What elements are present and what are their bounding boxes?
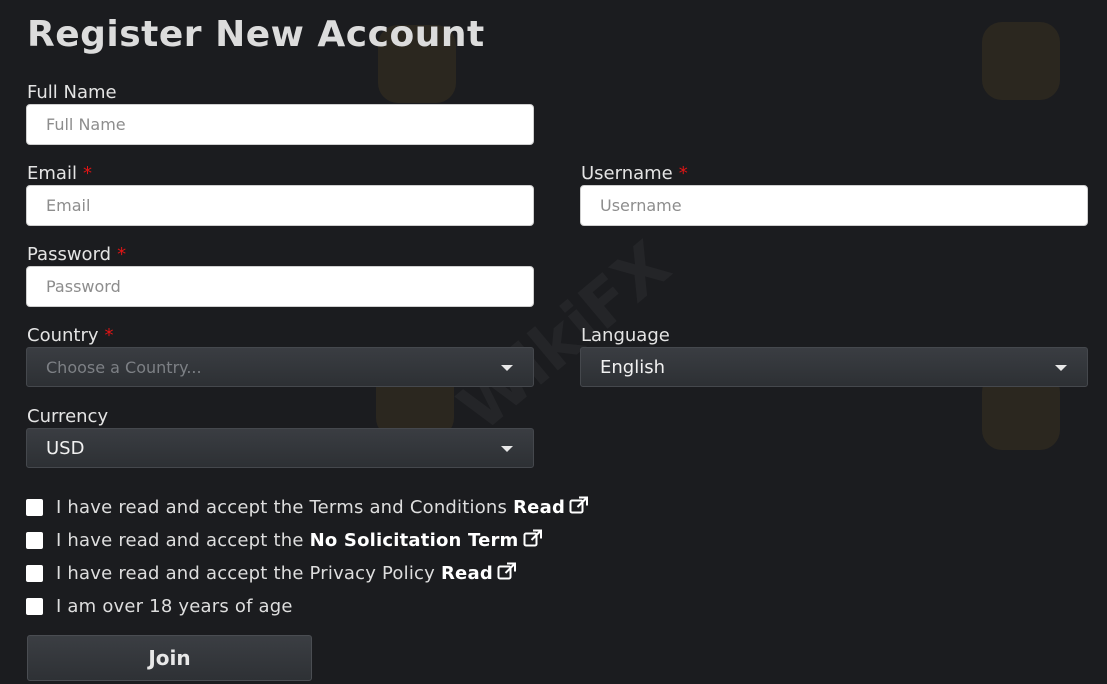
currency-label: Currency bbox=[27, 406, 109, 427]
age-checkbox-row: I am over 18 years of age bbox=[26, 594, 293, 618]
external-link-icon[interactable] bbox=[569, 496, 589, 519]
terms-checkbox-label: I have read and accept the Terms and Con… bbox=[56, 496, 508, 518]
required-marker: * bbox=[82, 163, 92, 184]
age-checkbox[interactable] bbox=[26, 597, 43, 615]
terms-read-link[interactable]: Read bbox=[513, 497, 565, 518]
chevron-down-icon bbox=[501, 365, 513, 371]
privacy-read-link[interactable]: Read bbox=[441, 563, 493, 584]
username-input[interactable] bbox=[580, 185, 1088, 226]
solicitation-checkbox[interactable] bbox=[26, 531, 43, 549]
currency-select-value: USD bbox=[46, 437, 85, 459]
register-page: WikiFX Register New Account Full Name Em… bbox=[0, 0, 1107, 684]
solicitation-checkbox-row: I have read and accept the No Solicitati… bbox=[26, 528, 543, 552]
chevron-down-icon bbox=[1055, 365, 1067, 371]
email-label: Email * bbox=[27, 163, 92, 184]
password-input[interactable] bbox=[26, 266, 534, 307]
language-select[interactable]: English bbox=[580, 347, 1088, 387]
full-name-label: Full Name bbox=[27, 82, 117, 103]
external-link-icon[interactable] bbox=[523, 529, 543, 552]
privacy-checkbox-row: I have read and accept the Privacy Polic… bbox=[26, 561, 517, 585]
country-label: Country * bbox=[27, 325, 114, 346]
country-select-value: Choose a Country... bbox=[46, 357, 202, 377]
age-checkbox-label: I am over 18 years of age bbox=[56, 595, 293, 617]
join-button[interactable]: Join bbox=[27, 635, 312, 681]
solicitation-checkbox-label: I have read and accept the bbox=[56, 529, 304, 551]
language-label: Language bbox=[581, 325, 670, 346]
privacy-checkbox-label: I have read and accept the Privacy Polic… bbox=[56, 562, 435, 584]
required-marker: * bbox=[678, 163, 688, 184]
email-input[interactable] bbox=[26, 185, 534, 226]
required-marker: * bbox=[117, 244, 127, 265]
password-label: Password * bbox=[27, 244, 127, 265]
terms-checkbox[interactable] bbox=[26, 498, 43, 516]
country-select[interactable]: Choose a Country... bbox=[26, 347, 534, 387]
required-marker: * bbox=[104, 325, 114, 346]
language-select-value: English bbox=[600, 356, 665, 378]
terms-checkbox-row: I have read and accept the Terms and Con… bbox=[26, 495, 589, 519]
external-link-icon[interactable] bbox=[497, 562, 517, 585]
no-solicitation-term-link[interactable]: No Solicitation Term bbox=[310, 530, 519, 551]
chevron-down-icon bbox=[501, 446, 513, 452]
page-title: Register New Account bbox=[27, 14, 485, 55]
username-label: Username * bbox=[581, 163, 688, 184]
full-name-input[interactable] bbox=[26, 104, 534, 145]
watermark-logo-icon bbox=[982, 22, 1060, 100]
currency-select[interactable]: USD bbox=[26, 428, 534, 468]
privacy-checkbox[interactable] bbox=[26, 564, 43, 582]
